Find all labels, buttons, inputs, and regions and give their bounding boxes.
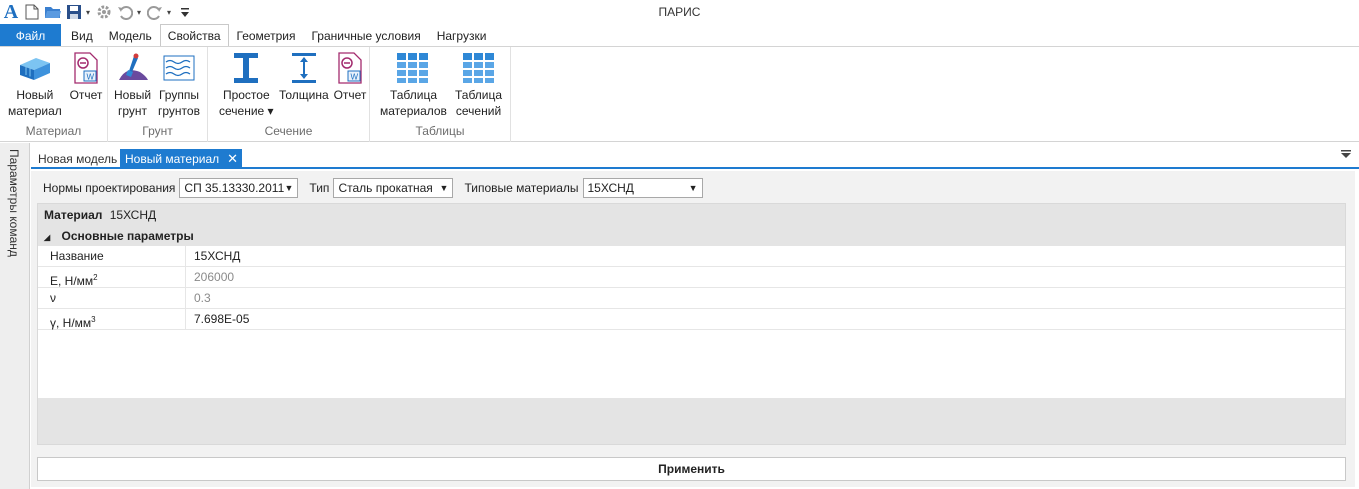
- property-value[interactable]: 7.698E-05: [186, 309, 249, 329]
- svg-text:W: W: [87, 73, 95, 82]
- group-section: Простое сечение ▾ Толщина W Отчет Сечени…: [208, 47, 370, 142]
- sections-table-label-2: сечений: [455, 104, 502, 118]
- simple-section-label-1: Простое: [222, 88, 270, 102]
- command-params-panel[interactable]: Параметры команд: [0, 143, 30, 489]
- materials-select[interactable]: 15ХСНД ▼: [582, 178, 703, 198]
- group-section-title: Сечение: [264, 124, 313, 138]
- table-row[interactable]: ν 0.3: [38, 288, 1345, 309]
- group-soil-title: Грунт: [142, 124, 173, 138]
- tabs-menu-icon[interactable]: [1341, 149, 1351, 162]
- group-soil: Новый грунт Группы грунтов Грунт: [108, 47, 208, 142]
- document-tabs: Новая модель Новый материал ✕: [31, 147, 1359, 169]
- apply-button[interactable]: Применить: [37, 457, 1346, 481]
- tab-geometry[interactable]: Геометрия: [229, 24, 304, 47]
- new-material-label-2: материал: [8, 104, 62, 118]
- norms-select[interactable]: СП 35.13330.2011 ▼: [179, 178, 299, 198]
- new-soil-label-2: грунт: [118, 104, 148, 118]
- new-material-button[interactable]: Новый материал: [8, 51, 62, 119]
- simple-section-label-2: сечение ▾: [219, 104, 274, 118]
- material-report-label: Отчет: [69, 88, 103, 102]
- materials-table-label-2: материалов: [380, 104, 447, 118]
- tab-view[interactable]: Вид: [63, 24, 101, 47]
- new-material-label-1: Новый: [16, 88, 54, 102]
- tab-loads[interactable]: Нагрузки: [429, 24, 495, 47]
- tab-boundary-conditions[interactable]: Граничные условия: [303, 24, 428, 47]
- close-icon[interactable]: ✕: [227, 149, 238, 169]
- group-material-title: Материал: [25, 124, 82, 138]
- tab-file[interactable]: Файл: [0, 24, 61, 47]
- ribbon-tabs: Файл Вид Модель Свойства Геометрия Грани…: [0, 24, 1359, 48]
- command-params-label: Параметры команд: [7, 149, 21, 257]
- category-main-params[interactable]: ◢ Основные параметры: [38, 226, 1345, 246]
- thickness-label: Толщина: [279, 88, 329, 102]
- chevron-down-icon: ▼: [439, 183, 449, 193]
- ribbon: Новый материал W Отчет Материал Новый гр…: [0, 46, 1359, 142]
- sections-table-label-1: Таблица: [455, 88, 503, 102]
- type-label: Тип: [309, 181, 330, 195]
- group-tables-title: Таблицы: [415, 124, 465, 138]
- i-beam-icon: [229, 51, 263, 85]
- new-soil-label-1: Новый: [114, 88, 152, 102]
- materials-value: 15ХСНД: [587, 181, 634, 195]
- thickness-icon: [287, 51, 321, 85]
- tab-properties[interactable]: Свойства: [159, 24, 229, 48]
- group-material: Новый материал W Отчет Материал: [0, 47, 108, 142]
- collapse-triangle-icon[interactable]: ◢: [44, 233, 50, 242]
- soil-groups-label-1: Группы: [158, 88, 199, 102]
- sections-table-button[interactable]: Таблица сечений: [455, 51, 502, 119]
- table-grid-icon: [396, 51, 430, 85]
- app-title: ПАРИС: [658, 5, 701, 19]
- report-doc-icon: W: [69, 51, 103, 85]
- group-tables: Таблица материалов Таблица сечений Табли…: [370, 47, 511, 142]
- table-row[interactable]: γ, Н/мм3 7.698E-05: [38, 309, 1345, 330]
- chevron-down-icon: ▼: [688, 183, 698, 193]
- table-row[interactable]: E, Н/мм2 206000: [38, 267, 1345, 288]
- new-soil-button[interactable]: Новый грунт: [114, 51, 151, 119]
- category-label: Основные параметры: [61, 229, 194, 243]
- doc-tab-new-material[interactable]: Новый материал ✕: [120, 149, 242, 169]
- type-select[interactable]: Сталь прокатная ▼: [333, 178, 454, 198]
- doc-tab-new-material-label: Новый материал: [125, 152, 220, 166]
- report-doc-icon: W: [333, 51, 367, 85]
- title-bar: A ▾ ▾ ▾ ПАРИС: [0, 0, 1359, 24]
- property-key: ν: [38, 288, 186, 308]
- tab-model[interactable]: Модель: [101, 24, 160, 47]
- soil-groups-label-2: грунтов: [158, 104, 200, 118]
- materials-table-button[interactable]: Таблица материалов: [380, 51, 447, 119]
- materials-table-label-1: Таблица: [389, 88, 437, 102]
- property-key: E, Н/мм2: [38, 267, 186, 288]
- shovel-icon: [116, 51, 150, 85]
- table-row[interactable]: Название 15ХСНД: [38, 246, 1345, 267]
- section-report-label: Отчет: [333, 88, 367, 102]
- table-grid-icon: [462, 51, 496, 85]
- header-value: 15ХСНД: [109, 208, 157, 222]
- property-grid: Материал 15ХСНД ◢ Основные параметры Наз…: [37, 203, 1346, 445]
- simple-section-button[interactable]: Простое сечение ▾: [219, 51, 274, 119]
- property-value[interactable]: 15ХСНД: [186, 246, 240, 266]
- material-report-button[interactable]: W Отчет: [69, 51, 103, 103]
- norms-value: СП 35.13330.2011: [184, 181, 285, 195]
- description-pane: [38, 398, 1345, 444]
- norms-label: Нормы проектирования: [43, 181, 176, 195]
- header-label: Материал: [44, 208, 103, 222]
- type-value: Сталь прокатная: [338, 181, 433, 195]
- property-grid-header: Материал 15ХСНД: [38, 204, 1345, 226]
- soil-groups-button[interactable]: Группы грунтов: [158, 51, 200, 119]
- property-key: γ, Н/мм3: [38, 309, 186, 330]
- property-value[interactable]: 206000: [186, 267, 234, 287]
- section-report-button[interactable]: W Отчет: [333, 51, 367, 103]
- doc-tab-new-model[interactable]: Новая модель: [33, 149, 122, 169]
- filters-bar: Нормы проектирования СП 35.13330.2011 ▼ …: [43, 177, 703, 199]
- material-editor: Нормы проектирования СП 35.13330.2011 ▼ …: [31, 171, 1355, 487]
- soil-layers-icon: [162, 51, 196, 85]
- property-key: Название: [38, 246, 186, 266]
- materials-label: Типовые материалы: [464, 181, 579, 195]
- chevron-down-icon: ▼: [284, 183, 294, 193]
- thickness-button[interactable]: Толщина: [279, 51, 329, 103]
- svg-text:W: W: [351, 73, 359, 82]
- material-block-icon: [18, 51, 52, 85]
- property-value[interactable]: 0.3: [186, 288, 211, 308]
